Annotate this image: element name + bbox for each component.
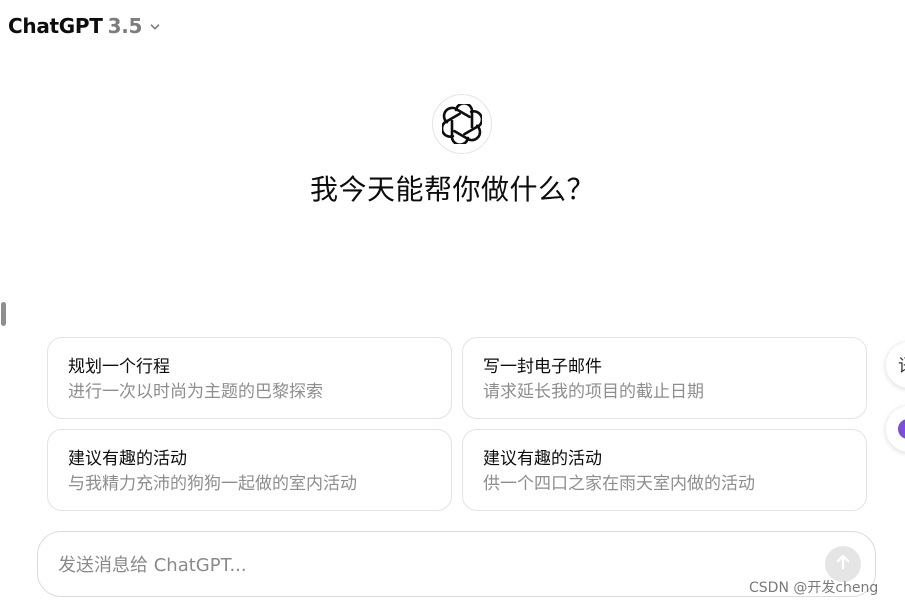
- message-input[interactable]: [58, 552, 758, 578]
- greeting-heading: 我今天能帮你做什么？: [309, 173, 595, 206]
- assistant-dot-icon: [898, 419, 905, 439]
- model-name: ChatGPT: [8, 14, 103, 38]
- side-assistant-button[interactable]: [886, 406, 905, 452]
- suggestion-title: 建议有趣的活动: [68, 449, 187, 469]
- arrow-up-icon: [834, 553, 852, 575]
- side-tool-button[interactable]: 语: [886, 342, 905, 388]
- suggestion-subtitle: 与我精力充沛的狗狗一起做的室内活动: [68, 474, 357, 494]
- suggestion-card[interactable]: 规划一个行程 进行一次以时尚为主题的巴黎探索: [47, 337, 452, 419]
- suggestion-card[interactable]: 建议有趣的活动 与我精力充沛的狗狗一起做的室内活动: [47, 429, 452, 511]
- openai-logo-icon: [432, 94, 492, 154]
- model-version: 3.5: [107, 14, 143, 38]
- scroll-handle[interactable]: [1, 302, 6, 326]
- suggestion-card[interactable]: 建议有趣的活动 供一个四口之家在雨天室内做的活动: [462, 429, 867, 511]
- suggestion-card[interactable]: 写一封电子邮件 请求延长我的项目的截止日期: [462, 337, 867, 419]
- model-switcher[interactable]: ChatGPT 3.5: [8, 12, 162, 40]
- suggestion-subtitle: 供一个四口之家在雨天室内做的活动: [483, 474, 755, 494]
- suggestion-subtitle: 请求延长我的项目的截止日期: [483, 382, 704, 402]
- suggestion-title: 建议有趣的活动: [483, 449, 602, 469]
- suggestion-title: 写一封电子邮件: [483, 357, 602, 377]
- suggestion-title: 规划一个行程: [68, 357, 170, 377]
- csdn-watermark: CSDN @开发cheng: [749, 580, 879, 596]
- side-tool-glyph: 语: [898, 352, 905, 378]
- chevron-down-icon: [148, 20, 162, 34]
- suggestion-subtitle: 进行一次以时尚为主题的巴黎探索: [68, 382, 323, 402]
